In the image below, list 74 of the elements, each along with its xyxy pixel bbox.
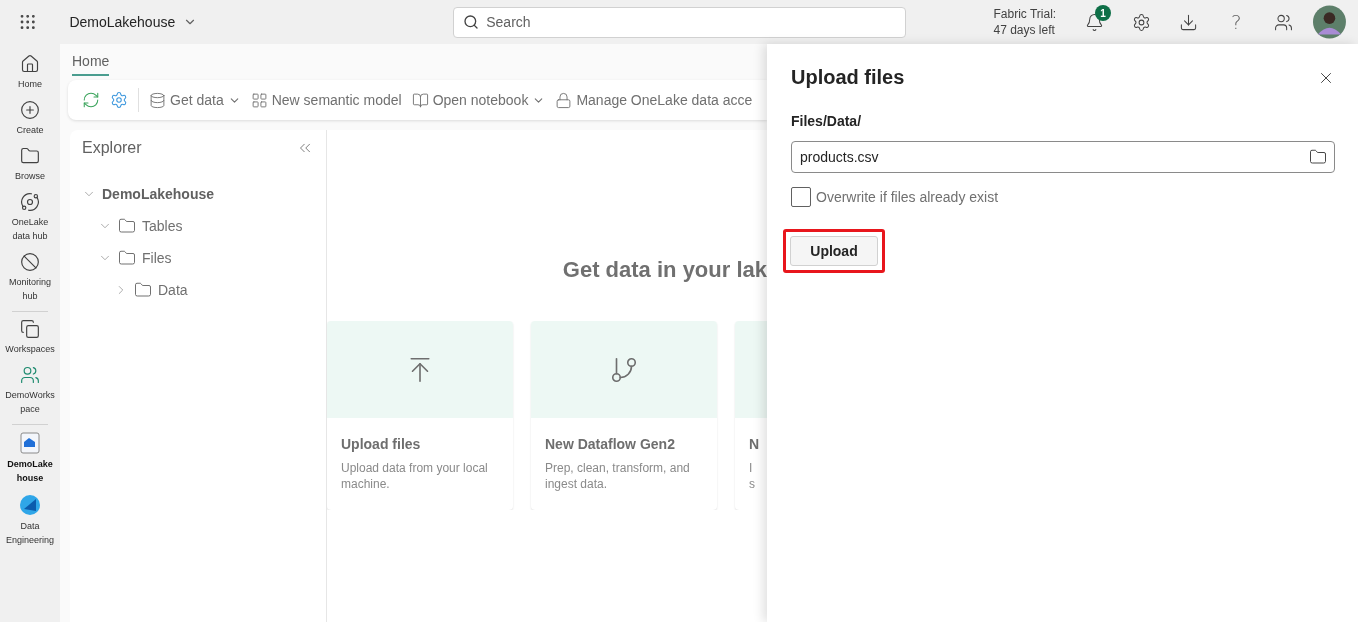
toolbar-button[interactable]: New semantic model xyxy=(250,91,402,109)
card-title: N xyxy=(749,436,760,452)
notification-badge: 1 xyxy=(1095,5,1112,21)
toolbar-button[interactable]: Open notebook xyxy=(411,91,546,109)
option-card[interactable]: New Dataflow Gen2 Prep, clean, transform, and ingest data. xyxy=(531,321,717,510)
app-launcher-icon[interactable] xyxy=(18,12,38,32)
nav-icon xyxy=(20,252,40,272)
trial-text: Fabric Trial: xyxy=(993,6,1057,22)
lakehouse-icon xyxy=(20,432,40,454)
toolbar-label: Manage OneLake data acce xyxy=(576,92,753,108)
nav-item[interactable]: Home xyxy=(0,50,60,96)
lock-icon xyxy=(555,91,573,109)
refresh-icon[interactable] xyxy=(82,91,100,109)
search-icon xyxy=(463,13,480,30)
card-description: I xyxy=(749,460,753,476)
people-icon xyxy=(1274,12,1293,32)
grid-icon xyxy=(250,91,268,109)
card-description: Upload data from your local xyxy=(341,460,488,476)
checkbox-label: Overwrite if files already exist xyxy=(816,189,999,205)
toolbar-label: Get data xyxy=(170,92,224,108)
nav-icon xyxy=(20,365,40,385)
card-description: machine. xyxy=(341,476,390,492)
data-engineering-icon xyxy=(19,494,41,516)
settings-icon xyxy=(1132,12,1152,32)
nav-icon xyxy=(20,192,40,212)
tree-item[interactable]: Tables xyxy=(142,218,183,234)
nav-item[interactable]: Data Engineering xyxy=(0,490,60,552)
toolbar-label: Open notebook xyxy=(432,92,529,108)
file-field[interactable]: products.csv xyxy=(791,141,1335,173)
option-card[interactable]: N I s xyxy=(735,321,767,510)
canvas-heading: Get data in your lak xyxy=(562,257,767,283)
card-title: Upload files xyxy=(341,436,421,452)
toolbar-button[interactable]: Get data xyxy=(149,91,241,109)
notebook-icon xyxy=(411,91,429,109)
nav-item[interactable]: Browse xyxy=(0,142,60,188)
database-icon xyxy=(149,91,166,109)
nav-item[interactable]: Create xyxy=(0,96,60,142)
help-button[interactable]: ? xyxy=(1224,10,1248,34)
nav-icon xyxy=(20,319,40,339)
tree-item[interactable]: Data xyxy=(158,282,188,298)
workspace-switcher[interactable]: DemoLakehouse xyxy=(69,14,198,30)
tree-item[interactable]: Files xyxy=(142,250,172,266)
nav-item[interactable]: Workspaces xyxy=(0,315,60,361)
download-icon xyxy=(1179,12,1199,32)
card-description: s xyxy=(749,476,755,492)
nav-item[interactable]: OneLake data hub xyxy=(0,188,60,248)
card-description: Prep, clean, transform, and xyxy=(545,460,690,476)
search-field[interactable]: Search xyxy=(453,6,906,38)
nav-item[interactable]: DemoWorkspace xyxy=(0,361,60,421)
toolbar-button[interactable]: Manage OneLake data acce xyxy=(555,91,753,109)
folder-icon[interactable] xyxy=(1309,148,1327,166)
folder-icon xyxy=(118,217,136,235)
folder-icon xyxy=(134,281,152,299)
card-title: New Dataflow Gen2 xyxy=(545,436,675,452)
upload-button[interactable]: Upload xyxy=(790,236,878,266)
explorer-title: Explorer xyxy=(82,139,142,157)
card-description: ingest data. xyxy=(545,476,608,492)
folder-icon xyxy=(118,249,136,267)
nav-item[interactable]: Monitoring hub xyxy=(0,248,60,308)
trial-text: 47 days left xyxy=(993,22,1056,38)
avatar[interactable] xyxy=(1313,5,1347,39)
nav-icon xyxy=(20,146,40,166)
option-card[interactable]: Upload files Upload data from your local machine. xyxy=(327,321,513,510)
nav-icon xyxy=(20,100,40,120)
nav-item[interactable]: DemoLakehouse xyxy=(0,428,60,490)
nav-icon xyxy=(20,54,40,74)
tree-item[interactable]: DemoLakehouse xyxy=(102,186,215,202)
checkbox[interactable] xyxy=(791,187,811,207)
notifications-button[interactable]: 1 xyxy=(1078,5,1112,39)
path-label: Files/Data/ xyxy=(791,113,863,129)
toolbar-label: New semantic model xyxy=(271,92,402,108)
panel-title: Upload files xyxy=(791,66,905,89)
tab[interactable]: Home xyxy=(72,52,110,76)
settings-icon[interactable] xyxy=(110,91,128,109)
